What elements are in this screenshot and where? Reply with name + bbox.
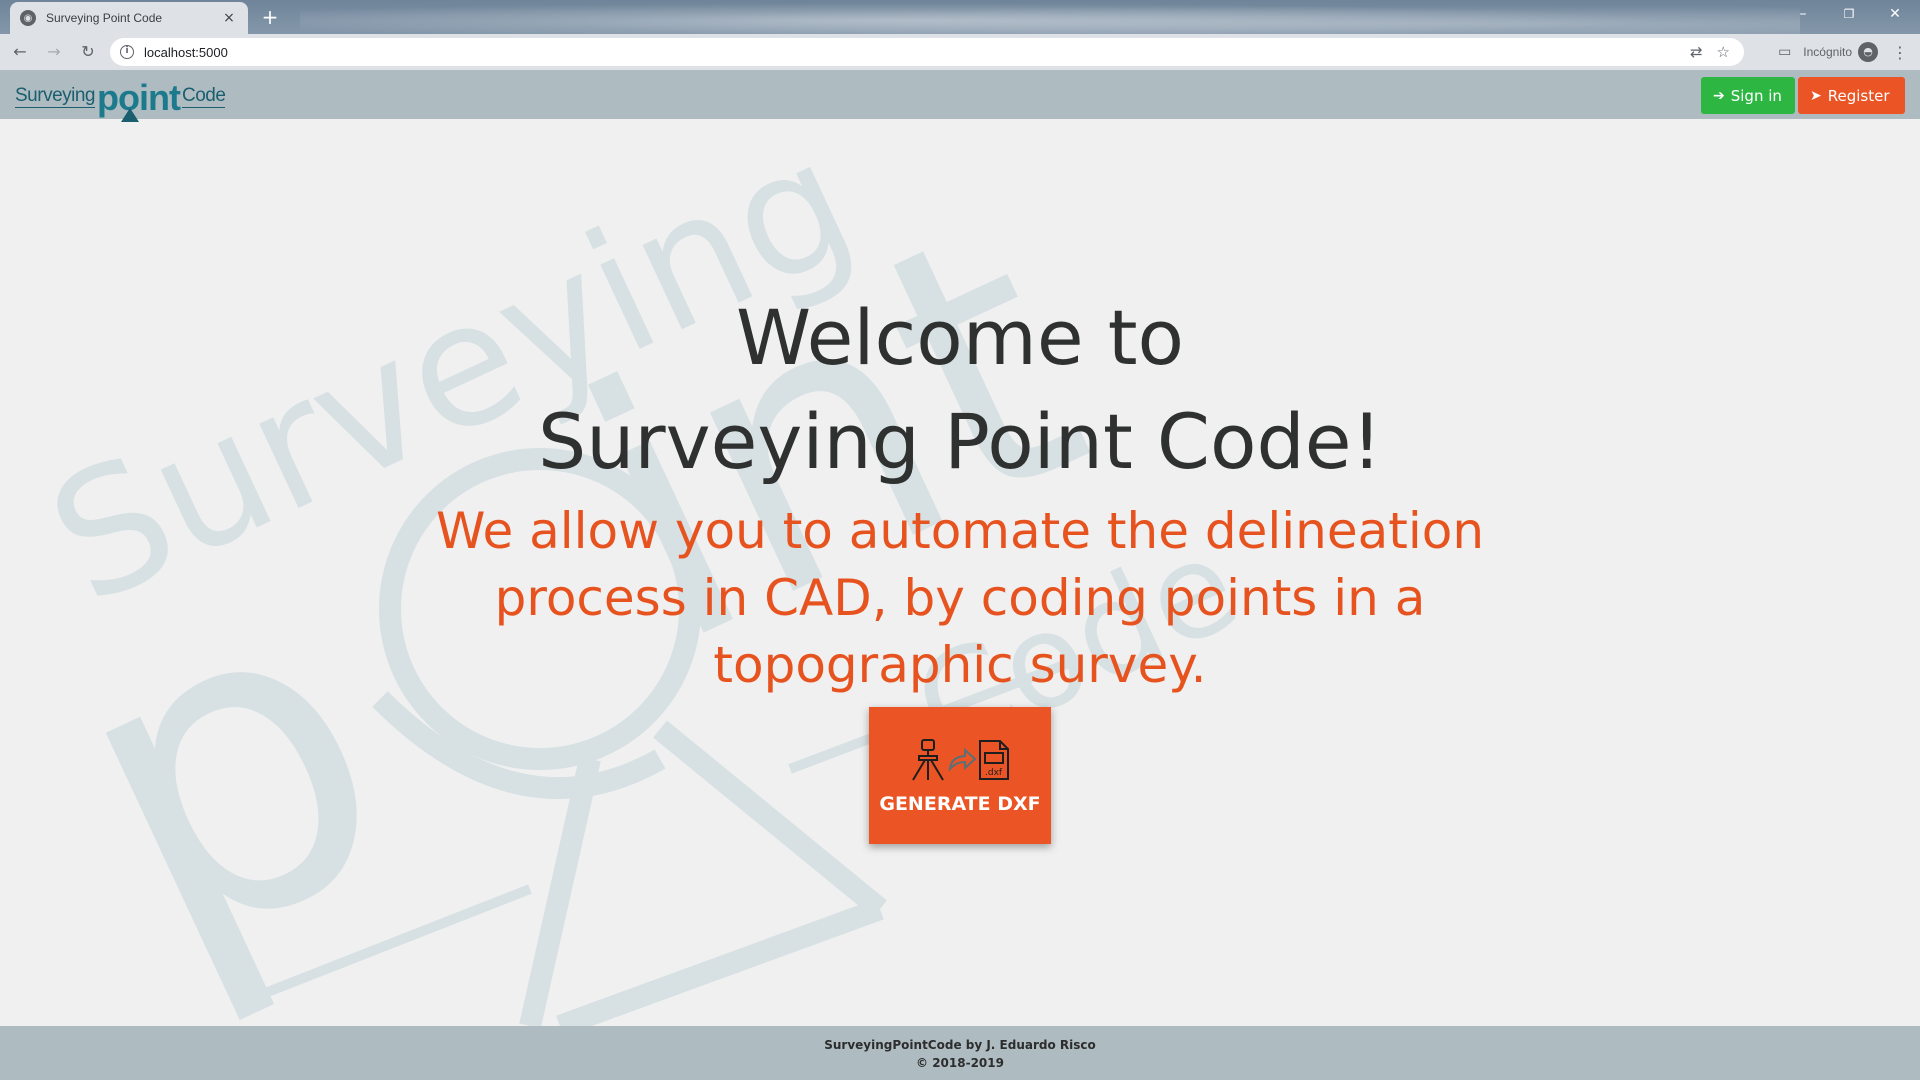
- logo-text-point: point: [97, 77, 181, 122]
- svg-text:.dxf: .dxf: [985, 768, 1003, 778]
- incognito-label: Incógnito: [1803, 45, 1852, 59]
- incognito-icon[interactable]: ◓: [1858, 42, 1878, 62]
- generate-dxf-label: GENERATE DXF: [879, 793, 1041, 815]
- cast-icon[interactable]: ▭: [1778, 44, 1791, 60]
- generate-dxf-button[interactable]: .dxf GENERATE DXF: [869, 707, 1051, 844]
- sign-in-button[interactable]: ➔ Sign in: [1701, 77, 1795, 114]
- close-tab-icon[interactable]: ×: [220, 10, 238, 26]
- browser-toolbar: ← → ↻ i localhost:5000 ⇄ ☆ ▭ Incógnito ◓…: [0, 34, 1920, 70]
- minimize-button[interactable]: –: [1780, 0, 1826, 30]
- hero-subtitle: We allow you to automate the delineation…: [435, 502, 1485, 694]
- browser-tab[interactable]: ◉ Surveying Point Code ×: [10, 2, 248, 34]
- address-bar[interactable]: i localhost:5000 ⇄ ☆: [110, 38, 1744, 66]
- reload-icon[interactable]: ↻: [74, 38, 102, 66]
- forward-icon[interactable]: →: [40, 38, 68, 66]
- sign-in-icon: ➔: [1713, 87, 1725, 104]
- restore-button[interactable]: ❐: [1826, 0, 1872, 30]
- info-icon[interactable]: i: [120, 45, 134, 59]
- globe-icon: ◉: [20, 10, 36, 26]
- hero-title-line1: Welcome to: [735, 293, 1185, 382]
- tripod-icon: [912, 739, 944, 781]
- browser-tabbar: ◉ Surveying Point Code × + – ❐ ✕: [0, 0, 1920, 34]
- arrow-icon: [948, 747, 977, 772]
- menu-icon[interactable]: ⋮: [1892, 43, 1908, 62]
- tab-title: Surveying Point Code: [46, 11, 163, 25]
- footer-credit: SurveyingPointCode by J. Eduardo Risco: [824, 1038, 1096, 1052]
- logo-text-code: Code: [181, 85, 226, 108]
- translate-icon[interactable]: ⇄: [1690, 43, 1703, 61]
- app-header: Surveying point Code ➔ Sign in ➤ Registe…: [0, 70, 1920, 122]
- url-text[interactable]: localhost:5000: [144, 45, 1690, 60]
- site-logo[interactable]: Surveying point Code: [15, 74, 226, 122]
- hero-title: Welcome to Surveying Point Code!: [0, 286, 1920, 494]
- close-window-button[interactable]: ✕: [1872, 0, 1918, 30]
- paper-plane-icon: ➤: [1810, 87, 1822, 104]
- back-icon[interactable]: ←: [6, 38, 34, 66]
- sign-in-label: Sign in: [1730, 86, 1782, 105]
- page-footer: SurveyingPointCode by J. Eduardo Risco ©…: [0, 1026, 1920, 1080]
- dxf-file-icon: .dxf: [979, 740, 1009, 780]
- star-icon[interactable]: ☆: [1717, 43, 1730, 61]
- hero-title-line2: Surveying Point Code!: [538, 397, 1382, 486]
- register-label: Register: [1827, 86, 1890, 105]
- logo-text-surveying: Surveying: [15, 85, 96, 108]
- register-button[interactable]: ➤ Register: [1798, 77, 1905, 114]
- footer-copyright: © 2018-2019: [916, 1056, 1004, 1070]
- new-tab-button[interactable]: +: [258, 5, 282, 29]
